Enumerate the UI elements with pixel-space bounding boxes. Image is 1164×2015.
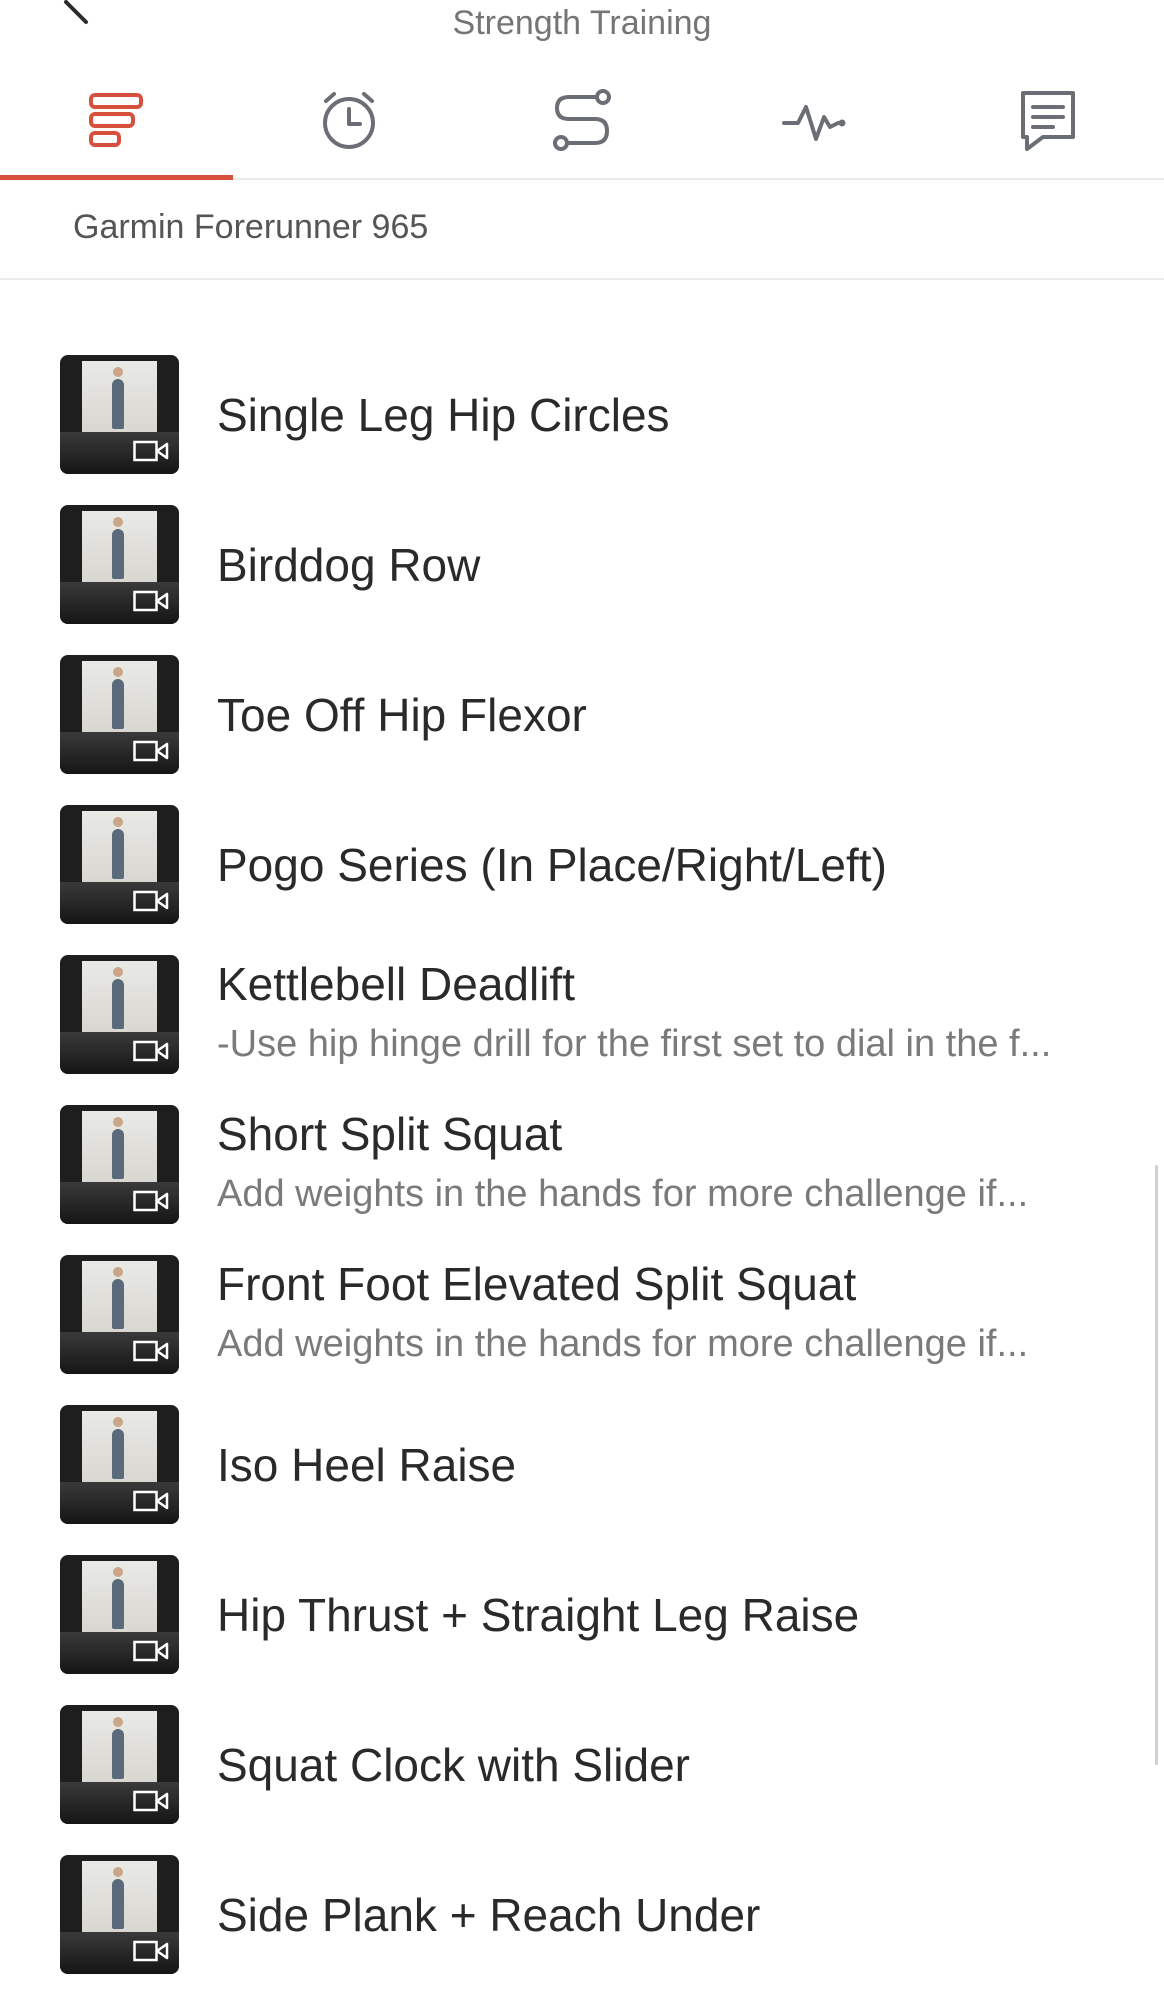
list-item[interactable]: Front Foot Elevated Split Squat Add weigh… xyxy=(0,1240,1164,1390)
exercise-text: Iso Heel Raise xyxy=(217,1437,1124,1493)
exercise-video-thumbnail[interactable] xyxy=(60,1555,179,1674)
thumbnail-person xyxy=(112,967,124,1029)
video-camera-icon xyxy=(133,1340,169,1362)
tab-route[interactable] xyxy=(466,62,699,178)
exercise-text: Single Leg Hip Circles xyxy=(217,387,1124,443)
exercise-video-thumbnail[interactable] xyxy=(60,805,179,924)
thumbnail-person xyxy=(112,1117,124,1179)
route-icon xyxy=(552,89,611,151)
exercise-text: Hip Thrust + Straight Leg Raise xyxy=(217,1587,1124,1643)
exercise-text: Short Split Squat Add weights in the hand… xyxy=(217,1106,1124,1220)
exercise-name: Side Plank + Reach Under xyxy=(217,1889,761,1941)
exercise-name: Toe Off Hip Flexor xyxy=(217,689,587,741)
video-camera-icon xyxy=(133,440,169,462)
thumbnail-person xyxy=(112,817,124,879)
activity-graph-icon xyxy=(781,105,846,141)
tab-bar xyxy=(0,62,1164,180)
scroll-indicator[interactable] xyxy=(1155,1165,1158,1765)
exercise-video-thumbnail[interactable] xyxy=(60,1705,179,1824)
list-item[interactable]: Single Leg Hip Circles xyxy=(0,340,1164,490)
tab-activity[interactable] xyxy=(698,62,931,178)
list-item[interactable]: Side Plank + Reach Under xyxy=(0,1840,1164,1990)
exercise-note: -Use hip hinge drill for the first set t… xyxy=(217,1023,1052,1065)
video-camera-icon xyxy=(133,1190,169,1212)
list-item[interactable]: Pogo Series (In Place/Right/Left) xyxy=(0,790,1164,940)
exercise-video-thumbnail[interactable] xyxy=(60,655,179,774)
thumbnail-person xyxy=(112,1567,124,1629)
list-item[interactable]: Kettlebell Deadlift -Use hip hinge drill … xyxy=(0,940,1164,1090)
exercise-video-thumbnail[interactable] xyxy=(60,505,179,624)
exercise-name: Iso Heel Raise xyxy=(217,1439,517,1491)
exercise-name: Squat Clock with Slider xyxy=(217,1739,690,1791)
exercise-name: Pogo Series (In Place/Right/Left) xyxy=(217,839,887,891)
exercise-name: Single Leg Hip Circles xyxy=(217,389,670,441)
exercise-text: Birddog Row xyxy=(217,537,1124,593)
exercise-video-thumbnail[interactable] xyxy=(60,1405,179,1524)
video-camera-icon xyxy=(133,1790,169,1812)
workout-steps-icon xyxy=(89,93,144,147)
exercise-text: Squat Clock with Slider xyxy=(217,1737,1124,1793)
video-camera-icon xyxy=(133,740,169,762)
video-camera-icon xyxy=(133,590,169,612)
exercise-note: Add weights in the hands for more challe… xyxy=(217,1173,1029,1215)
video-camera-icon xyxy=(133,1940,169,1962)
exercise-list: Single Leg Hip Circles Birddog Row Toe Off… xyxy=(0,340,1164,1990)
header: Strength Training xyxy=(0,0,1164,60)
exercise-video-thumbnail[interactable] xyxy=(60,1255,179,1374)
exercise-video-thumbnail[interactable] xyxy=(60,955,179,1074)
thumbnail-person xyxy=(112,1867,124,1929)
thumbnail-person xyxy=(112,667,124,729)
list-item[interactable]: Short Split Squat Add weights in the hand… xyxy=(0,1090,1164,1240)
exercise-video-thumbnail[interactable] xyxy=(60,355,179,474)
page-title: Strength Training xyxy=(452,4,712,42)
exercise-name: Birddog Row xyxy=(217,539,481,591)
timer-icon xyxy=(323,92,376,149)
exercise-text: Kettlebell Deadlift -Use hip hinge drill … xyxy=(217,956,1124,1070)
video-camera-icon xyxy=(133,1490,169,1512)
list-item[interactable]: Toe Off Hip Flexor xyxy=(0,640,1164,790)
exercise-name: Front Foot Elevated Split Squat xyxy=(217,1258,857,1310)
thumbnail-person xyxy=(112,367,124,429)
exercise-name: Short Split Squat xyxy=(217,1108,563,1160)
video-camera-icon xyxy=(133,1040,169,1062)
exercise-text: Toe Off Hip Flexor xyxy=(217,687,1124,743)
tab-notes[interactable] xyxy=(931,62,1164,178)
video-camera-icon xyxy=(133,890,169,912)
exercise-video-thumbnail[interactable] xyxy=(60,1105,179,1224)
exercise-video-thumbnail[interactable] xyxy=(60,1855,179,1974)
list-item[interactable]: Squat Clock with Slider xyxy=(0,1690,1164,1840)
list-item[interactable]: Iso Heel Raise xyxy=(0,1390,1164,1540)
thumbnail-person xyxy=(112,1417,124,1479)
video-camera-icon xyxy=(133,1640,169,1662)
thumbnail-person xyxy=(112,1267,124,1329)
device-row: Garmin Forerunner 965 xyxy=(0,180,1164,280)
exercise-text: Side Plank + Reach Under xyxy=(217,1887,1124,1943)
exercise-name: Hip Thrust + Straight Leg Raise xyxy=(217,1589,860,1641)
device-label: Garmin Forerunner 965 xyxy=(73,208,429,246)
exercise-text: Pogo Series (In Place/Right/Left) xyxy=(217,837,1124,893)
list-item[interactable]: Hip Thrust + Straight Leg Raise xyxy=(0,1540,1164,1690)
tab-timer[interactable] xyxy=(233,62,466,178)
exercise-note: Add weights in the hands for more challe… xyxy=(217,1323,1029,1365)
exercise-text: Front Foot Elevated Split Squat Add weigh… xyxy=(217,1256,1124,1370)
thumbnail-person xyxy=(112,1717,124,1779)
exercise-name: Kettlebell Deadlift xyxy=(217,958,575,1010)
tab-workout-steps[interactable] xyxy=(0,62,233,180)
thumbnail-person xyxy=(112,517,124,579)
notes-icon xyxy=(1020,91,1075,151)
list-item[interactable]: Birddog Row xyxy=(0,490,1164,640)
